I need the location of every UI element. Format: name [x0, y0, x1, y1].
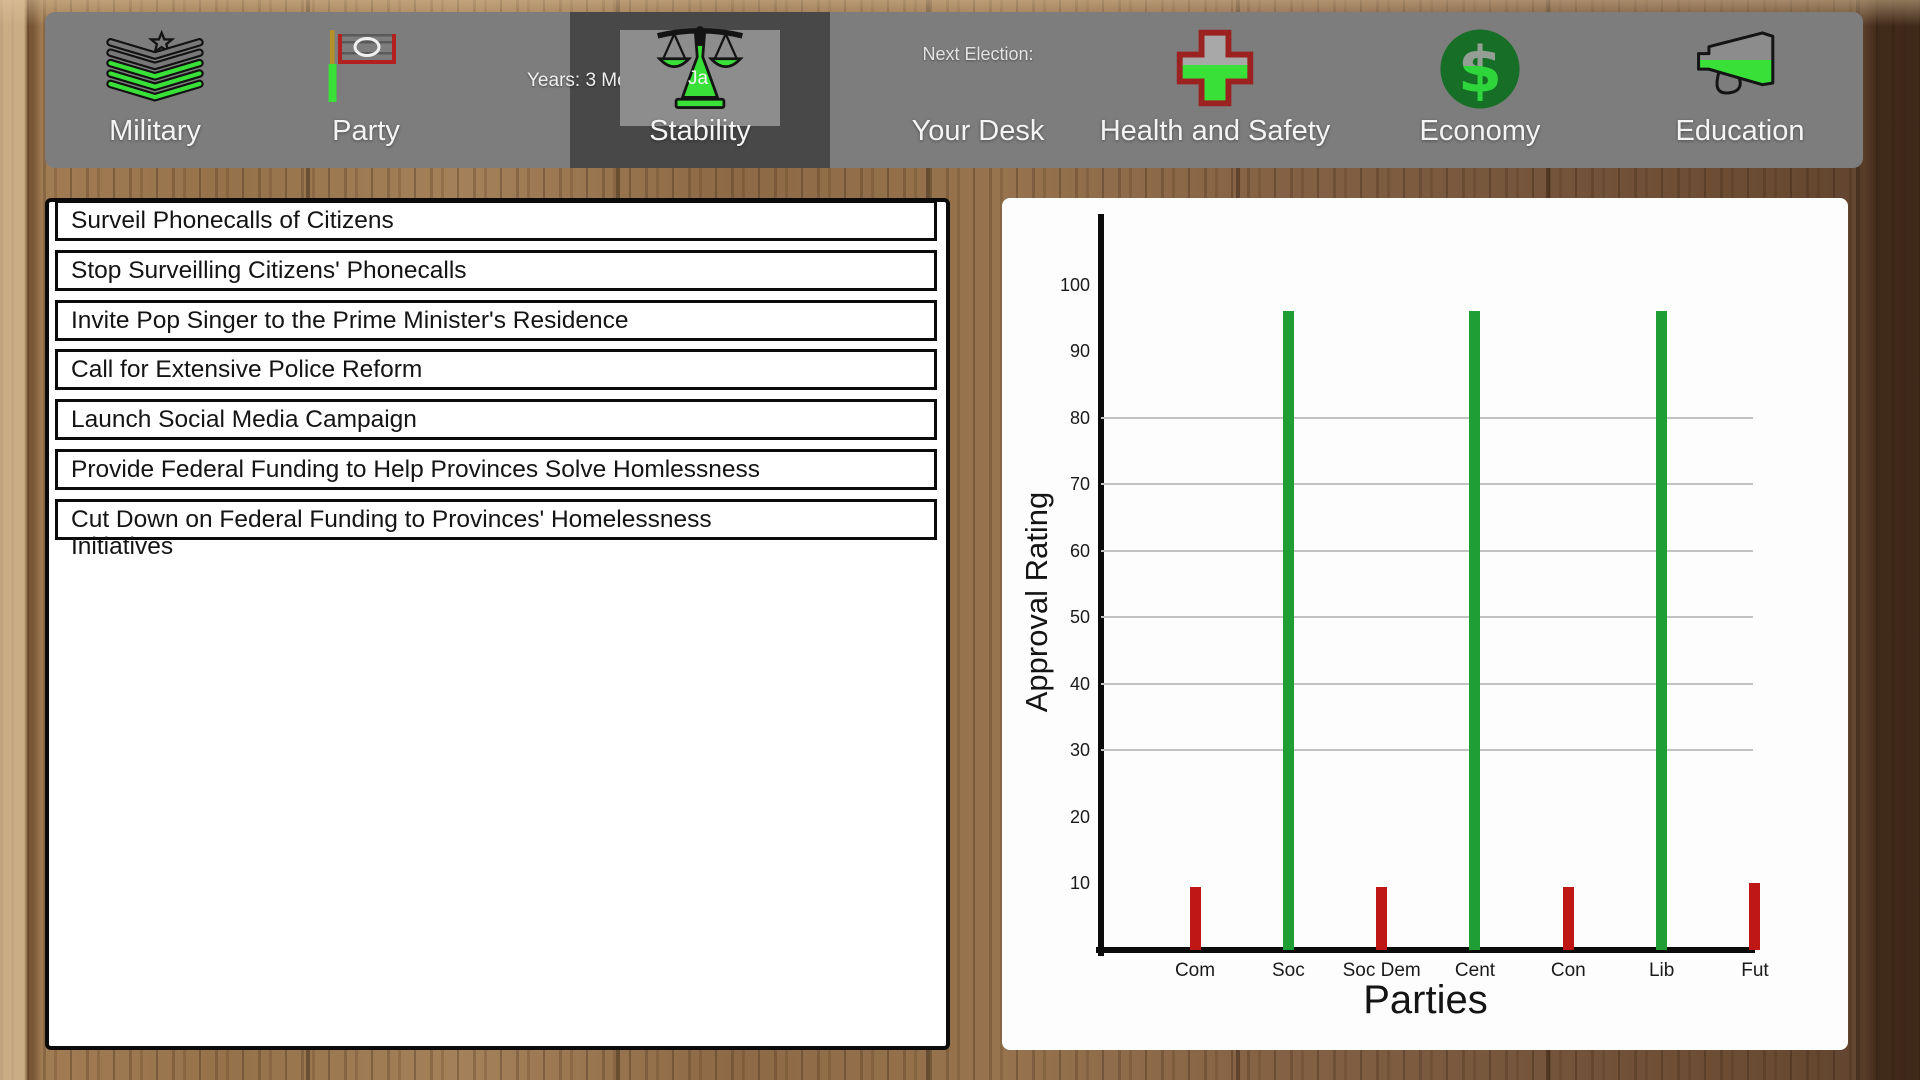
tab-label: Party — [236, 115, 496, 148]
y-tick-label: 30 — [1028, 740, 1090, 760]
tab-label: Stability — [570, 115, 830, 148]
medical-cross-icon — [1172, 26, 1258, 110]
y-tick-label: 80 — [1028, 408, 1090, 428]
dollar-coin-icon: $ — [1436, 26, 1524, 112]
action-button[interactable]: Stop Surveilling Citizens' Phonecalls — [55, 250, 937, 291]
x-category-label: Fut — [1707, 960, 1803, 982]
approval-bar — [1469, 311, 1480, 950]
action-button[interactable]: Invite Pop Singer to the Prime Minister'… — [55, 300, 937, 341]
tab-label: Health and Safety — [1085, 115, 1345, 148]
action-button[interactable]: Call for Extensive Police Reform — [55, 349, 937, 390]
approval-chart-panel: Parties Approval Rating 1020304050607080… — [1002, 198, 1848, 1050]
x-category-label: Cent — [1427, 960, 1523, 982]
y-tick-label: 70 — [1028, 474, 1090, 494]
approval-bar — [1749, 883, 1760, 950]
y-tick-label: 10 — [1028, 873, 1090, 893]
megaphone-icon — [1682, 26, 1798, 108]
tab-label: Education — [1610, 115, 1870, 148]
approval-bar — [1283, 311, 1294, 950]
approval-bar — [1376, 887, 1387, 950]
tab-your-desk[interactable]: Next Election: Your Desk — [848, 12, 1108, 168]
approval-bar — [1190, 887, 1201, 950]
y-tick-label: 90 — [1028, 341, 1090, 361]
y-tick-label: 40 — [1028, 674, 1090, 694]
action-button[interactable]: Provide Federal Funding to Help Province… — [55, 449, 937, 490]
next-election-label: Next Election: — [848, 44, 1108, 65]
action-button[interactable]: Launch Social Media Campaign — [55, 399, 937, 440]
y-tick-label: 60 — [1028, 541, 1090, 561]
rank-chevrons-icon — [103, 26, 207, 104]
x-axis-title: Parties — [1098, 978, 1753, 1023]
x-category-label: Lib — [1614, 960, 1710, 982]
approval-bar — [1656, 311, 1667, 950]
y-axis-line — [1098, 214, 1104, 956]
tab-health-and-safety[interactable]: Health and Safety — [1085, 12, 1345, 168]
actions-panel: Surveil Phonecalls of Citizens Stop Surve… — [45, 198, 950, 1050]
x-category-label: Soc — [1240, 960, 1336, 982]
action-button[interactable]: Surveil Phonecalls of Citizens — [55, 200, 937, 241]
tab-education[interactable]: Education — [1610, 12, 1870, 168]
x-category-label: Con — [1520, 960, 1616, 982]
y-tick-label: 100 — [1028, 275, 1090, 295]
top-navbar: Years: 3 Mo Military — [45, 12, 1863, 168]
tab-label: Economy — [1350, 115, 1610, 148]
x-category-label: Soc Dem — [1334, 960, 1430, 982]
y-tick-label: 50 — [1028, 607, 1090, 627]
election-date-fragment: Ja — [688, 68, 708, 90]
action-button[interactable]: Cut Down on Federal Funding to Provinces… — [55, 499, 937, 540]
tab-economy[interactable]: $ Economy — [1350, 12, 1610, 168]
tab-label: Your Desk — [848, 115, 1108, 148]
flag-icon — [326, 26, 406, 106]
approval-bar — [1563, 887, 1574, 950]
svg-text:$: $ — [1458, 33, 1502, 107]
game-screen: Years: 3 Mo Military — [0, 0, 1920, 1080]
tab-party[interactable]: Party — [236, 12, 496, 168]
x-category-label: Com — [1147, 960, 1243, 982]
y-tick-label: 20 — [1028, 807, 1090, 827]
tab-stability[interactable]: Ja Stability — [570, 12, 830, 168]
